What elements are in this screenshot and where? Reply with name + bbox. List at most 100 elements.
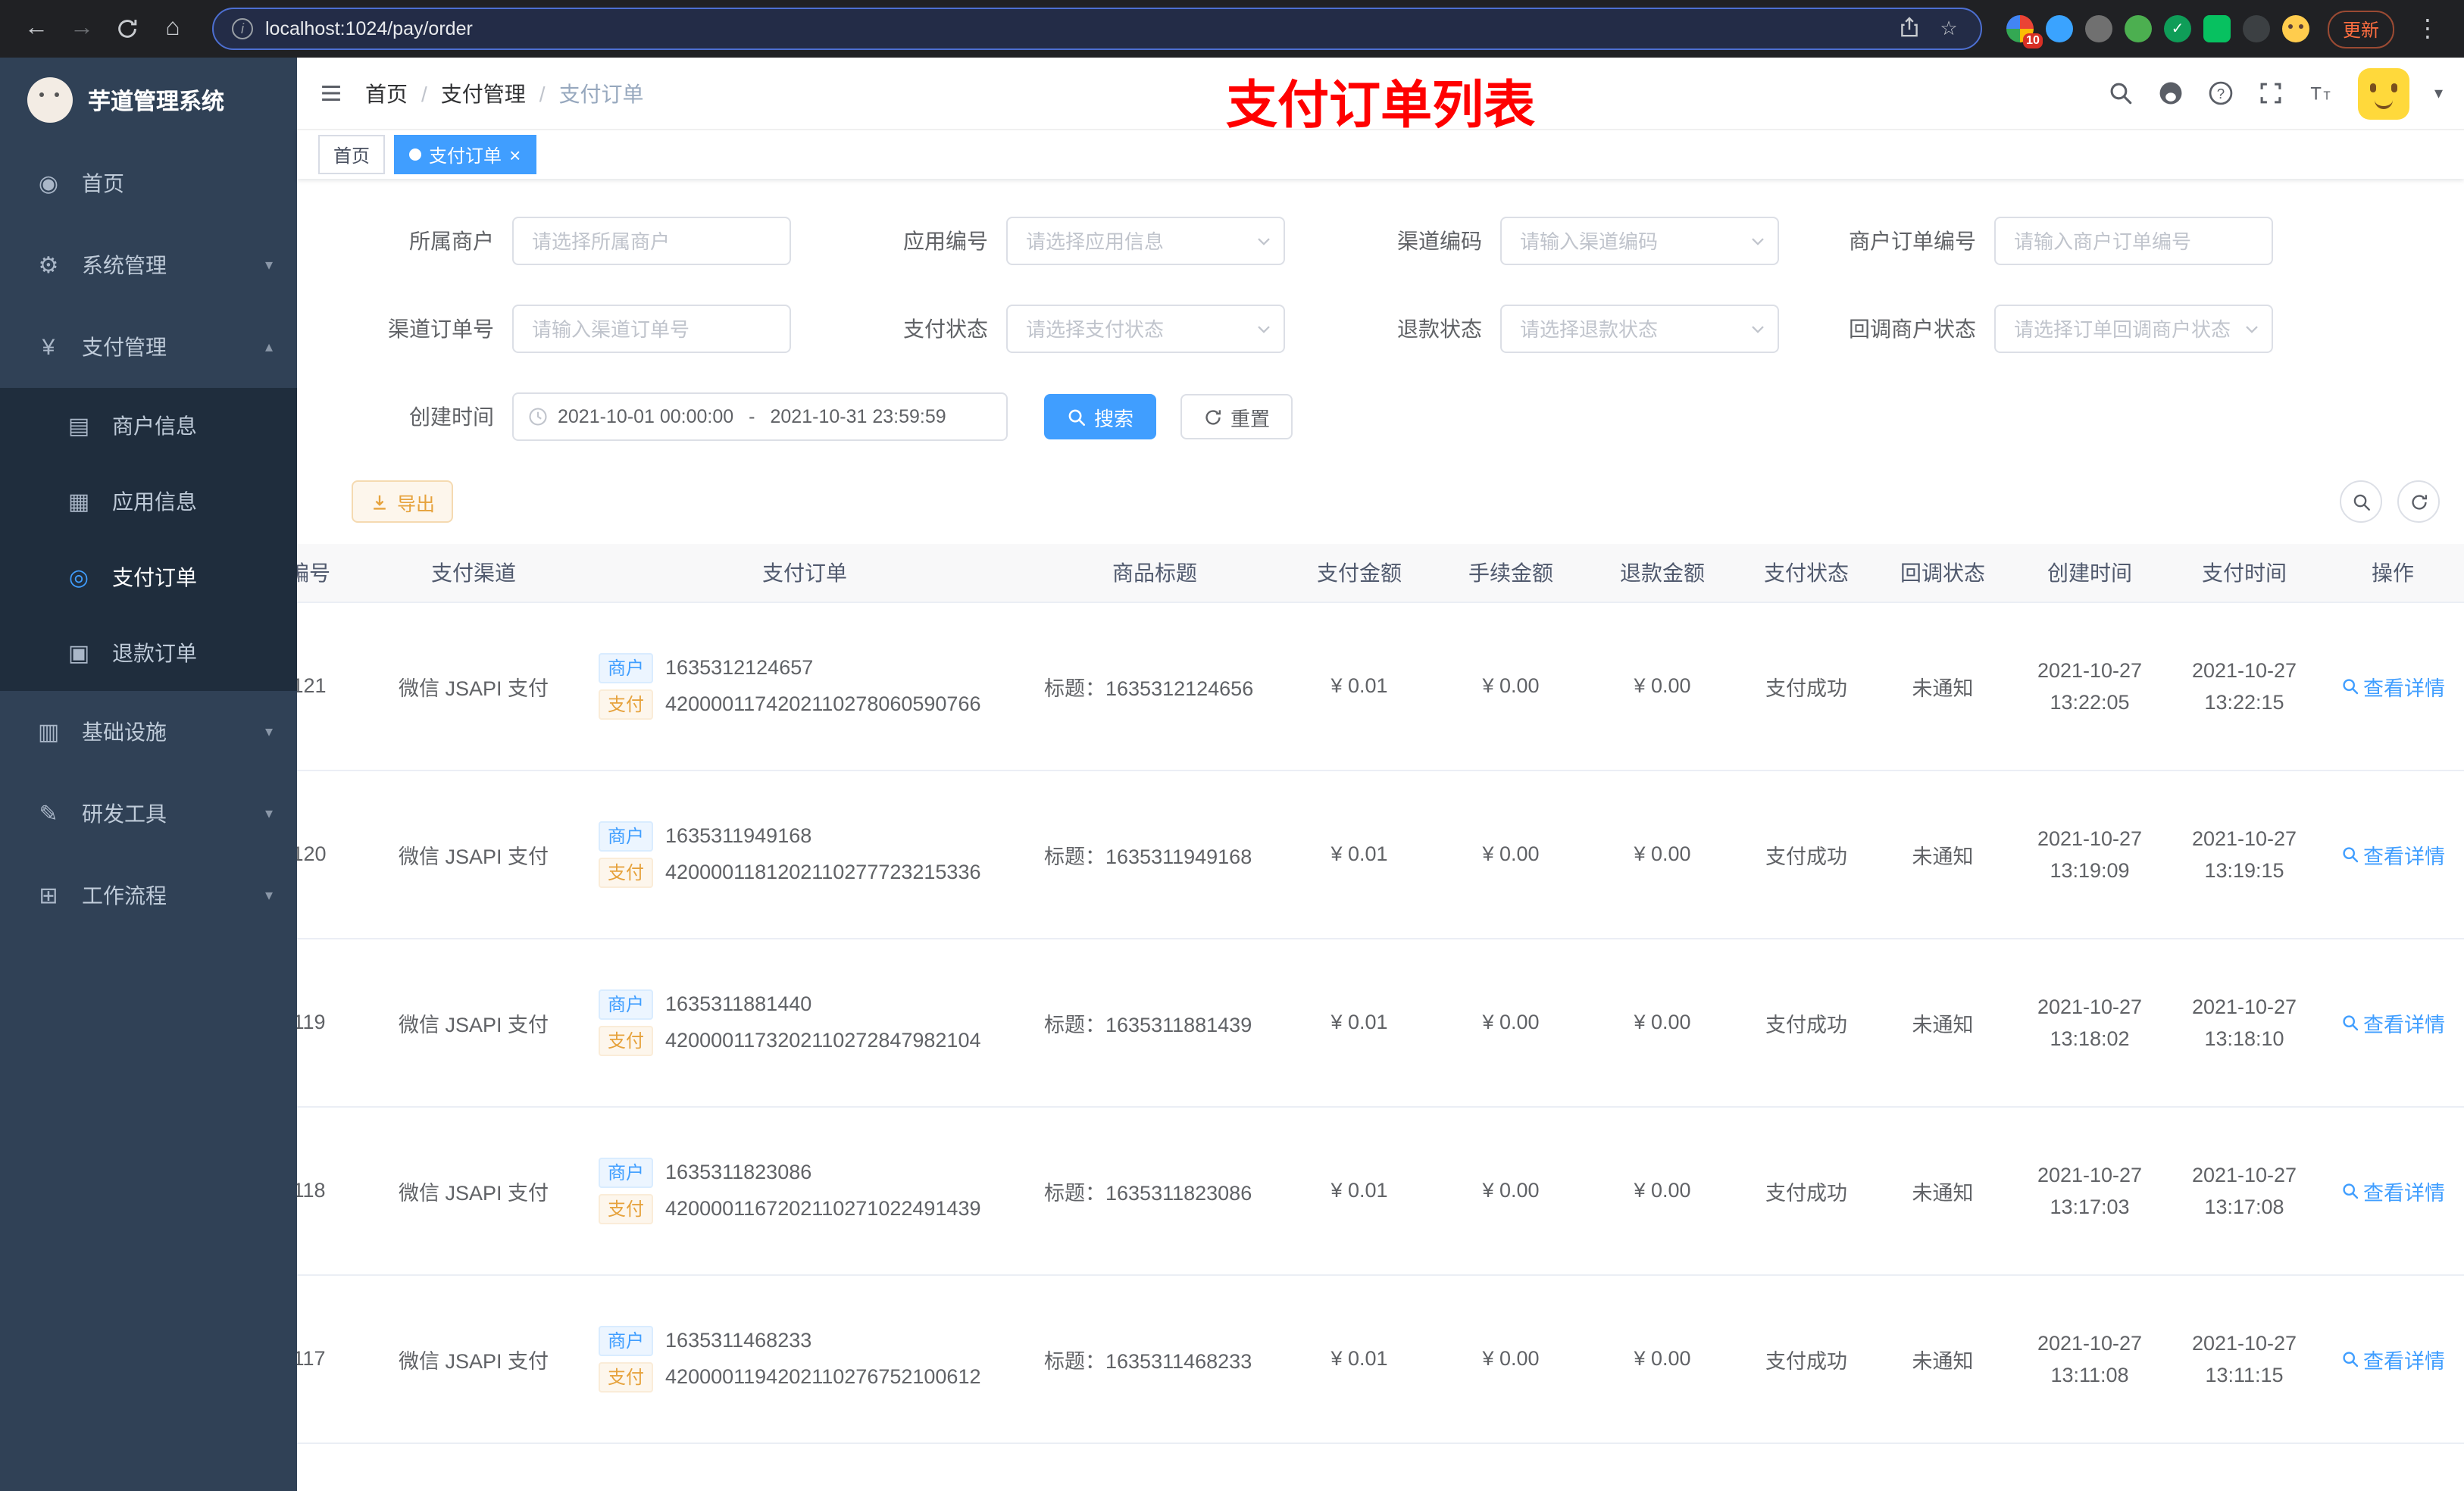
- pay-tag: 支付: [599, 857, 654, 887]
- table-row: 120 微信 JSAPI 支付 商户 1635311949168 支付 420000…: [297, 770, 2464, 939]
- breadcrumb-home[interactable]: 首页: [365, 78, 408, 108]
- merchant-order-no-input[interactable]: [1994, 217, 2273, 265]
- pay-amount: ¥ 0.01: [1284, 1106, 1435, 1275]
- tab-home[interactable]: 首页: [318, 135, 386, 174]
- export-button[interactable]: 导出: [352, 480, 454, 523]
- search-button[interactable]: 搜索: [1044, 394, 1157, 439]
- pay-status-select[interactable]: [1006, 305, 1285, 353]
- view-detail-link[interactable]: 查看详情: [2340, 1007, 2445, 1037]
- notify-status-select[interactable]: [1994, 305, 2273, 353]
- back-icon[interactable]: ←: [15, 8, 58, 50]
- view-detail-link[interactable]: 查看详情: [2340, 1343, 2445, 1374]
- filter-merchant: 所属商户: [315, 217, 809, 265]
- magnifier-icon: [2342, 1014, 2358, 1030]
- extension-dark-icon[interactable]: [2242, 15, 2270, 42]
- pay-status: [1738, 1443, 1875, 1491]
- extension-blue-icon[interactable]: [2045, 15, 2073, 42]
- github-icon[interactable]: [2159, 80, 2184, 106]
- view-detail-link[interactable]: 查看详情: [2340, 1175, 2445, 1205]
- magnifier-icon: [2342, 678, 2358, 694]
- extension-gray-icon[interactable]: [2084, 15, 2112, 42]
- close-icon[interactable]: ×: [509, 145, 521, 164]
- sidebar-item-merchant-info[interactable]: ▤ 商户信息: [0, 388, 297, 464]
- home-icon[interactable]: ⌂: [152, 8, 194, 50]
- product-title: 标题：1635312124656: [1026, 602, 1284, 771]
- pay-status: 支付成功: [1738, 938, 1875, 1107]
- merchant-tag: 商户: [599, 989, 654, 1019]
- site-info-icon[interactable]: i: [232, 18, 253, 39]
- col-fee: 手续金额: [1435, 544, 1587, 602]
- sidebar-item-home[interactable]: ◉ 首页: [0, 142, 297, 224]
- merchant-tag: 商户: [599, 1325, 654, 1355]
- hamburger-icon[interactable]: [318, 80, 344, 106]
- notify-status: 未通知: [1875, 770, 2011, 939]
- tab-pay-order[interactable]: 支付订单 ×: [394, 135, 536, 174]
- font-size-icon[interactable]: TT: [2309, 80, 2334, 106]
- extension-green-icon[interactable]: [2124, 15, 2152, 42]
- toggle-search-button[interactable]: [2340, 480, 2382, 523]
- table-row-partial: 商户1635311357 支付: [297, 1443, 2464, 1491]
- browser-update-button[interactable]: 更新: [2327, 10, 2394, 48]
- col-channel: 支付渠道: [364, 544, 583, 602]
- avatar[interactable]: [2358, 67, 2410, 119]
- reset-button[interactable]: 重置: [1180, 394, 1293, 439]
- grid-icon: ▦: [67, 489, 90, 515]
- refund-status-select[interactable]: [1500, 305, 1779, 353]
- refresh-button[interactable]: [2397, 480, 2440, 523]
- breadcrumb-separator: /: [539, 81, 546, 105]
- extension-colorful-icon[interactable]: 10: [2006, 15, 2043, 48]
- sidebar-item-pay[interactable]: ¥ 支付管理 ▴: [0, 306, 297, 388]
- refund-amount: ¥ 0.00: [1587, 1106, 1738, 1275]
- forward-icon[interactable]: →: [61, 8, 103, 50]
- sidebar-item-app-info[interactable]: ▦ 应用信息: [0, 464, 297, 539]
- pay-order-cell: 商户 1635312124657 支付 4200001174202110278060…: [583, 602, 1026, 771]
- browser-menu-icon[interactable]: ⋮: [2406, 8, 2449, 50]
- table-header-row: 编号 支付渠道 支付订单 商品标题 支付金额 手续金额 退款金额 支付状态 回调…: [297, 544, 2464, 602]
- product-title: [1026, 1443, 1284, 1491]
- channel-code-select[interactable]: [1500, 217, 1779, 265]
- date-start: 2021-10-01 00:00:00: [558, 406, 734, 427]
- fullscreen-icon[interactable]: [2259, 80, 2284, 106]
- create-time: 2021-10-27 13:11:08: [2011, 1274, 2169, 1443]
- breadcrumb-current: 支付订单: [558, 81, 644, 105]
- url-text[interactable]: localhost:1024/pay/order: [265, 18, 1884, 39]
- svg-text:?: ?: [2218, 86, 2225, 102]
- create-time: 2021-10-27 13:22:05: [2011, 602, 2169, 771]
- address-bar[interactable]: i localhost:1024/pay/order ☆: [212, 8, 1982, 50]
- product-title: 标题：1635311468233: [1026, 1274, 1284, 1443]
- avatar-caret-icon[interactable]: ▾: [2434, 83, 2443, 103]
- breadcrumb-pay[interactable]: 支付管理: [441, 78, 526, 108]
- share-icon[interactable]: [1896, 14, 1923, 43]
- extension-emoji-icon[interactable]: [2281, 15, 2309, 42]
- filter-channel-code: 渠道编码: [1303, 217, 1797, 265]
- help-icon[interactable]: ?: [2209, 80, 2234, 106]
- merchant-tag: 商户: [599, 1157, 654, 1187]
- col-pay-order: 支付订单: [583, 544, 1026, 602]
- magnifier-icon: [2342, 846, 2358, 862]
- search-icon[interactable]: [2109, 80, 2134, 106]
- merchant-select[interactable]: [512, 217, 791, 265]
- sidebar-item-infra[interactable]: ▥ 基础设施 ▾: [0, 691, 297, 773]
- create-time-range-picker[interactable]: 2021-10-01 00:00:00 - 2021-10-31 23:59:5…: [512, 392, 1008, 441]
- reload-icon[interactable]: [106, 8, 149, 50]
- app-logo[interactable]: 芋道管理系统: [0, 58, 297, 142]
- merchant-tag: 商户: [599, 821, 654, 851]
- pay-amount: ¥ 0.01: [1284, 602, 1435, 771]
- sidebar-item-pay-order[interactable]: ◎ 支付订单: [0, 539, 297, 615]
- sidebar-item-dev-tools[interactable]: ✎ 研发工具 ▾: [0, 773, 297, 855]
- pay-channel: 微信 JSAPI 支付: [364, 1274, 583, 1443]
- yen-icon: ¥: [42, 334, 55, 360]
- extension-check-icon[interactable]: ✓: [2163, 15, 2191, 42]
- sidebar-item-system[interactable]: ⚙ 系统管理 ▾: [0, 224, 297, 306]
- app-no-select[interactable]: [1006, 217, 1285, 265]
- channel-order-no-input[interactable]: [512, 305, 791, 353]
- bookmark-star-icon[interactable]: ☆: [1935, 17, 1962, 41]
- extension-chat-icon[interactable]: [2203, 15, 2231, 42]
- breadcrumb-separator: /: [421, 81, 427, 105]
- sidebar-item-refund-order[interactable]: ▣ 退款订单: [0, 615, 297, 691]
- target-icon: ◎: [68, 565, 89, 591]
- view-detail-link[interactable]: 查看详情: [2340, 839, 2445, 869]
- view-detail-link[interactable]: 查看详情: [2340, 670, 2445, 701]
- sidebar-item-workflow[interactable]: ⊞ 工作流程 ▾: [0, 855, 297, 936]
- workflow-icon: ⊞: [39, 883, 58, 909]
